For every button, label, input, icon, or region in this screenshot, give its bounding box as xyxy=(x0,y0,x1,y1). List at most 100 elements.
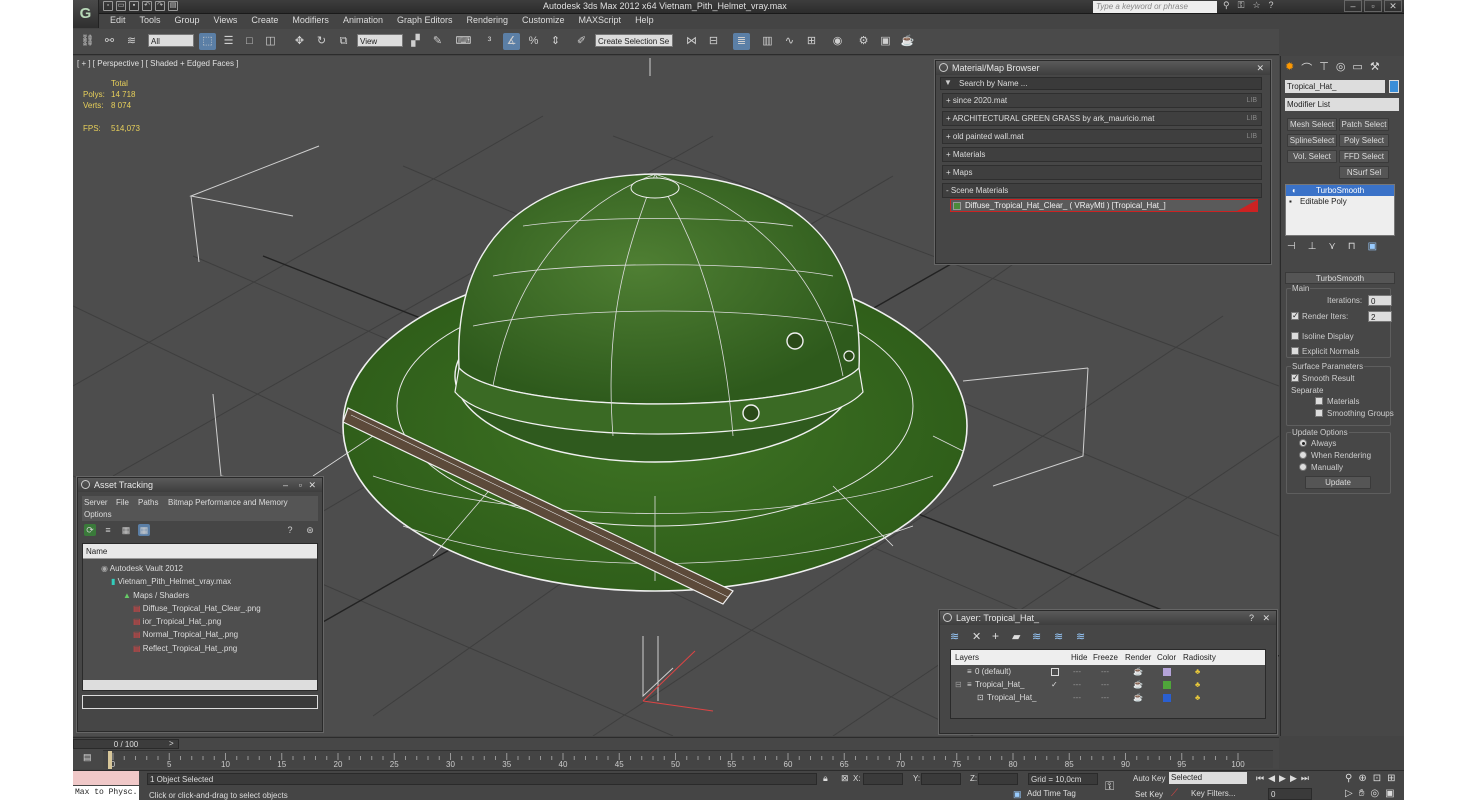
next-frame-arrow-icon[interactable]: > xyxy=(169,739,174,748)
modify-tab-icon[interactable]: ⌒ xyxy=(1301,60,1312,76)
tree-item-max-file[interactable]: ▮ Vietnam_Pith_Helmet_vray.max xyxy=(101,575,261,588)
save-file-icon[interactable]: ▪ xyxy=(129,1,139,11)
spline-select-button[interactable]: SplineSelect xyxy=(1287,134,1337,147)
col-layers[interactable]: Layers xyxy=(955,653,979,662)
application-menu-button[interactable]: G xyxy=(73,0,99,28)
remove-modifier-icon[interactable]: ⊓ xyxy=(1348,241,1356,252)
select-objects-icon[interactable]: ▰ xyxy=(1012,630,1020,643)
col-hide[interactable]: Hide xyxy=(1071,653,1087,662)
zoom-extents-all-icon[interactable]: ⊞ xyxy=(1387,773,1395,784)
library-item[interactable]: + ARCHITECTURAL GREEN GRASS by ark_mauri… xyxy=(942,111,1262,126)
display-tab-icon[interactable]: ▭ xyxy=(1352,60,1362,76)
tree-item-vault[interactable]: ◉ Autodesk Vault 2012 xyxy=(101,562,261,575)
col-radiosity[interactable]: Radiosity xyxy=(1183,653,1216,662)
menu-rendering[interactable]: Rendering xyxy=(467,15,509,28)
freeze-toggle[interactable]: --- xyxy=(1101,667,1109,676)
vol-select-button[interactable]: Vol. Select xyxy=(1287,150,1337,163)
percent-snap-icon[interactable]: % xyxy=(525,33,542,50)
help-icon[interactable]: ? xyxy=(1249,611,1254,625)
create-tab-sun-icon[interactable]: ✹ xyxy=(1285,60,1294,76)
new-file-icon[interactable]: ▫ xyxy=(103,1,113,11)
layer-color-swatch[interactable] xyxy=(1163,694,1171,702)
maxscript-listener-mini[interactable] xyxy=(73,771,139,785)
open-file-icon[interactable]: ▭ xyxy=(116,1,126,11)
tree-item-maps[interactable]: ▲ Maps / Shaders xyxy=(101,589,261,602)
poly-select-button[interactable]: Poly Select xyxy=(1339,134,1389,147)
material-editor-icon[interactable]: ◉ xyxy=(829,33,846,50)
rendered-frame-window-icon[interactable]: ▣ xyxy=(877,33,894,50)
maximize-icon[interactable]: ▫ xyxy=(1364,0,1382,12)
menu-options[interactable]: Options xyxy=(84,510,112,519)
menu-create[interactable]: Create xyxy=(251,15,278,28)
move-icon[interactable]: ✥ xyxy=(291,33,308,50)
set-key-button[interactable]: Set Key xyxy=(1135,790,1163,799)
link-icon[interactable]: ⛓ xyxy=(79,33,96,50)
project-folder-icon[interactable]: ▤ xyxy=(168,1,178,11)
y-coordinate-input[interactable] xyxy=(921,773,961,785)
list-view-icon[interactable]: ≡ xyxy=(102,524,114,536)
material-search-input[interactable]: Search by Name ... xyxy=(959,79,1027,88)
bind-spacewarp-icon[interactable]: ≋ xyxy=(123,33,140,50)
hierarchy-tab-icon[interactable]: ⊤ xyxy=(1319,60,1329,76)
graphite-ribbon-icon[interactable]: ▥ xyxy=(759,33,776,50)
unlink-icon[interactable]: ⚯ xyxy=(101,33,118,50)
menu-tools[interactable]: Tools xyxy=(140,15,161,28)
selection-filter-dropdown[interactable]: All xyxy=(148,34,194,47)
layer-titlebar[interactable]: Layer: Tropical_Hat_ ? ✕ xyxy=(940,611,1276,625)
goto-start-icon[interactable]: ⏮ xyxy=(1256,773,1264,784)
smooth-result-checkbox[interactable]: ✓ xyxy=(1291,373,1299,382)
close-icon[interactable]: ✕ xyxy=(1384,0,1402,12)
close-icon[interactable]: ✕ xyxy=(1256,61,1264,75)
menu-graph-editors[interactable]: Graph Editors xyxy=(397,15,453,28)
menu-paths[interactable]: Paths xyxy=(138,498,158,507)
goto-end-icon[interactable]: ⏭ xyxy=(1301,773,1309,784)
menu-file[interactable]: File xyxy=(116,498,129,507)
select-manipulate-icon[interactable]: ✎ xyxy=(429,33,446,50)
previous-frame-icon[interactable]: ◀ xyxy=(1268,773,1275,784)
vault-icon[interactable]: ⟳ xyxy=(84,524,96,536)
spinner-snap-icon[interactable]: ⇕ xyxy=(547,33,564,50)
menu-help[interactable]: Help xyxy=(635,15,654,28)
when-rendering-radio[interactable] xyxy=(1299,451,1307,459)
x-coordinate-input[interactable] xyxy=(863,773,903,785)
col-freeze[interactable]: Freeze xyxy=(1093,653,1118,662)
orbit-icon[interactable]: ◎ xyxy=(1370,788,1379,799)
update-button[interactable]: Update xyxy=(1305,476,1371,489)
key-icon[interactable]: ⚿ xyxy=(1238,0,1245,11)
angle-snap-icon[interactable]: ∡ xyxy=(503,33,520,50)
auto-key-button[interactable]: Auto Key xyxy=(1133,774,1165,783)
always-radio[interactable] xyxy=(1299,439,1307,447)
mirror-icon[interactable]: ⋈ xyxy=(683,33,700,50)
library-item[interactable]: + since 2020.mat LIB xyxy=(942,93,1262,108)
binoculars-icon[interactable]: ⚲ xyxy=(1223,0,1230,11)
library-item[interactable]: + Materials xyxy=(942,147,1262,162)
render-setup-icon[interactable]: ⚙ xyxy=(855,33,872,50)
menu-server[interactable]: Server xyxy=(84,498,108,507)
modifier-list-dropdown[interactable]: Modifier List xyxy=(1285,98,1399,111)
zoom-icon[interactable]: ⚲ xyxy=(1345,773,1352,784)
freeze-all-icon[interactable]: ≋ xyxy=(1076,630,1085,643)
key-mode-dropdown[interactable]: Selected xyxy=(1169,772,1247,784)
stack-item-turbosmooth[interactable]: ◐ TurboSmooth xyxy=(1286,185,1394,196)
play-icon[interactable]: ▶ xyxy=(1279,773,1286,784)
col-render[interactable]: Render xyxy=(1125,653,1151,662)
render-teapot-icon[interactable]: ☕ xyxy=(1133,693,1143,702)
track-bar[interactable]: 0 5 10 15 20 25 30 35 40 45 50 55 60 65 70 75 80 85 90 95 10… xyxy=(103,750,1273,769)
absolute-mode-icon[interactable]: ⊠ xyxy=(841,773,849,784)
time-tag-icon[interactable]: ▣ xyxy=(1013,789,1022,800)
layer-manager-icon[interactable]: ≣ xyxy=(733,33,750,50)
layer-color-swatch[interactable] xyxy=(1163,668,1171,676)
render-teapot-icon[interactable]: ☕ xyxy=(1133,680,1143,689)
show-end-result-icon[interactable]: ⊥ xyxy=(1308,241,1317,252)
layer-row[interactable]: ≡ 0 (default) --- --- ☕ ♣ xyxy=(951,667,1265,680)
render-iters-spinner[interactable]: 2 xyxy=(1368,311,1392,322)
select-object-icon[interactable]: ⬚ xyxy=(199,33,216,50)
add-time-tag-button[interactable]: Add Time Tag xyxy=(1025,788,1098,800)
tree-item-map[interactable]: ▤ Normal_Tropical_Hat_.png xyxy=(101,628,261,641)
hide-all-icon[interactable]: ≋ xyxy=(1054,630,1063,643)
nsurf-sel-button[interactable]: NSurf Sel xyxy=(1339,166,1389,179)
tree-item-map[interactable]: ▤ Reflect_Tropical_Hat_.png xyxy=(101,642,261,655)
object-color-swatch[interactable] xyxy=(1389,80,1399,93)
perspective-viewport[interactable]: [ + ] [ Perspective ] [ Shaded + Edged F… xyxy=(73,56,1279,736)
zoom-all-icon[interactable]: ⊕ xyxy=(1358,773,1366,784)
